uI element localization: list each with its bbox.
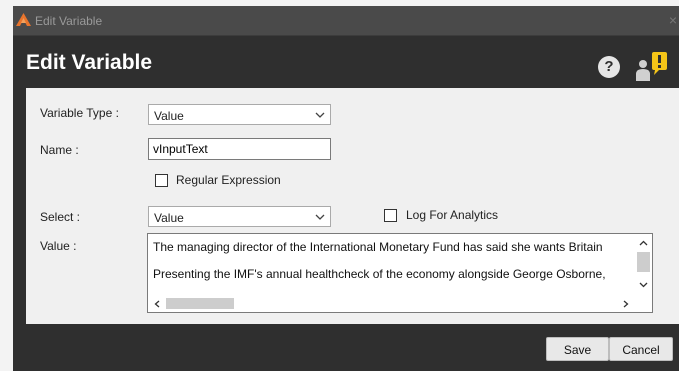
edit-variable-dialog: Edit Variable × Edit Variable ? Variable…	[13, 6, 679, 371]
horizontal-scrollbar[interactable]	[148, 295, 637, 312]
page-title: Edit Variable	[26, 51, 153, 74]
horizontal-scroll-thumb[interactable]	[166, 298, 234, 309]
vertical-scroll-thumb[interactable]	[637, 252, 650, 272]
user-alert-icon[interactable]	[635, 49, 671, 81]
select-label: Select :	[40, 210, 81, 224]
select-value: Value	[154, 211, 184, 225]
regular-expression-checkbox[interactable]	[155, 174, 168, 187]
vertical-scrollbar[interactable]	[635, 234, 652, 296]
value-line: The managing director of the Internation…	[153, 240, 603, 254]
help-icon[interactable]: ?	[598, 56, 620, 78]
cancel-button[interactable]: Cancel	[609, 337, 673, 361]
value-label: Value :	[40, 239, 77, 253]
name-input[interactable]	[148, 138, 331, 160]
window-title-bar[interactable]: Edit Variable ×	[13, 6, 679, 36]
log-for-analytics-label: Log For Analytics	[406, 208, 499, 222]
dialog-header: Edit Variable ?	[13, 36, 679, 88]
name-label: Name :	[40, 143, 79, 157]
form-panel: Variable Type : Value Name : Regular Exp…	[26, 88, 679, 324]
close-icon[interactable]: ×	[669, 12, 677, 28]
scroll-down-icon[interactable]	[639, 282, 648, 288]
variable-type-label: Variable Type :	[40, 106, 119, 120]
scroll-right-icon[interactable]	[623, 300, 629, 308]
save-button[interactable]: Save	[546, 337, 609, 361]
app-logo-icon	[16, 13, 31, 26]
variable-type-value: Value	[154, 109, 184, 123]
chevron-down-icon	[315, 112, 325, 118]
window-title: Edit Variable	[35, 14, 103, 28]
log-for-analytics-checkbox[interactable]	[384, 209, 397, 222]
chevron-down-icon	[315, 214, 325, 220]
value-textarea[interactable]: The managing director of the Internation…	[147, 233, 653, 313]
select-dropdown[interactable]: Value	[148, 206, 331, 227]
scroll-left-icon[interactable]	[154, 300, 160, 308]
scroll-up-icon[interactable]	[639, 240, 648, 246]
value-line: Presenting the IMF's annual healthcheck …	[153, 267, 606, 281]
variable-type-select[interactable]: Value	[148, 104, 331, 125]
regular-expression-label: Regular Expression	[176, 173, 281, 187]
